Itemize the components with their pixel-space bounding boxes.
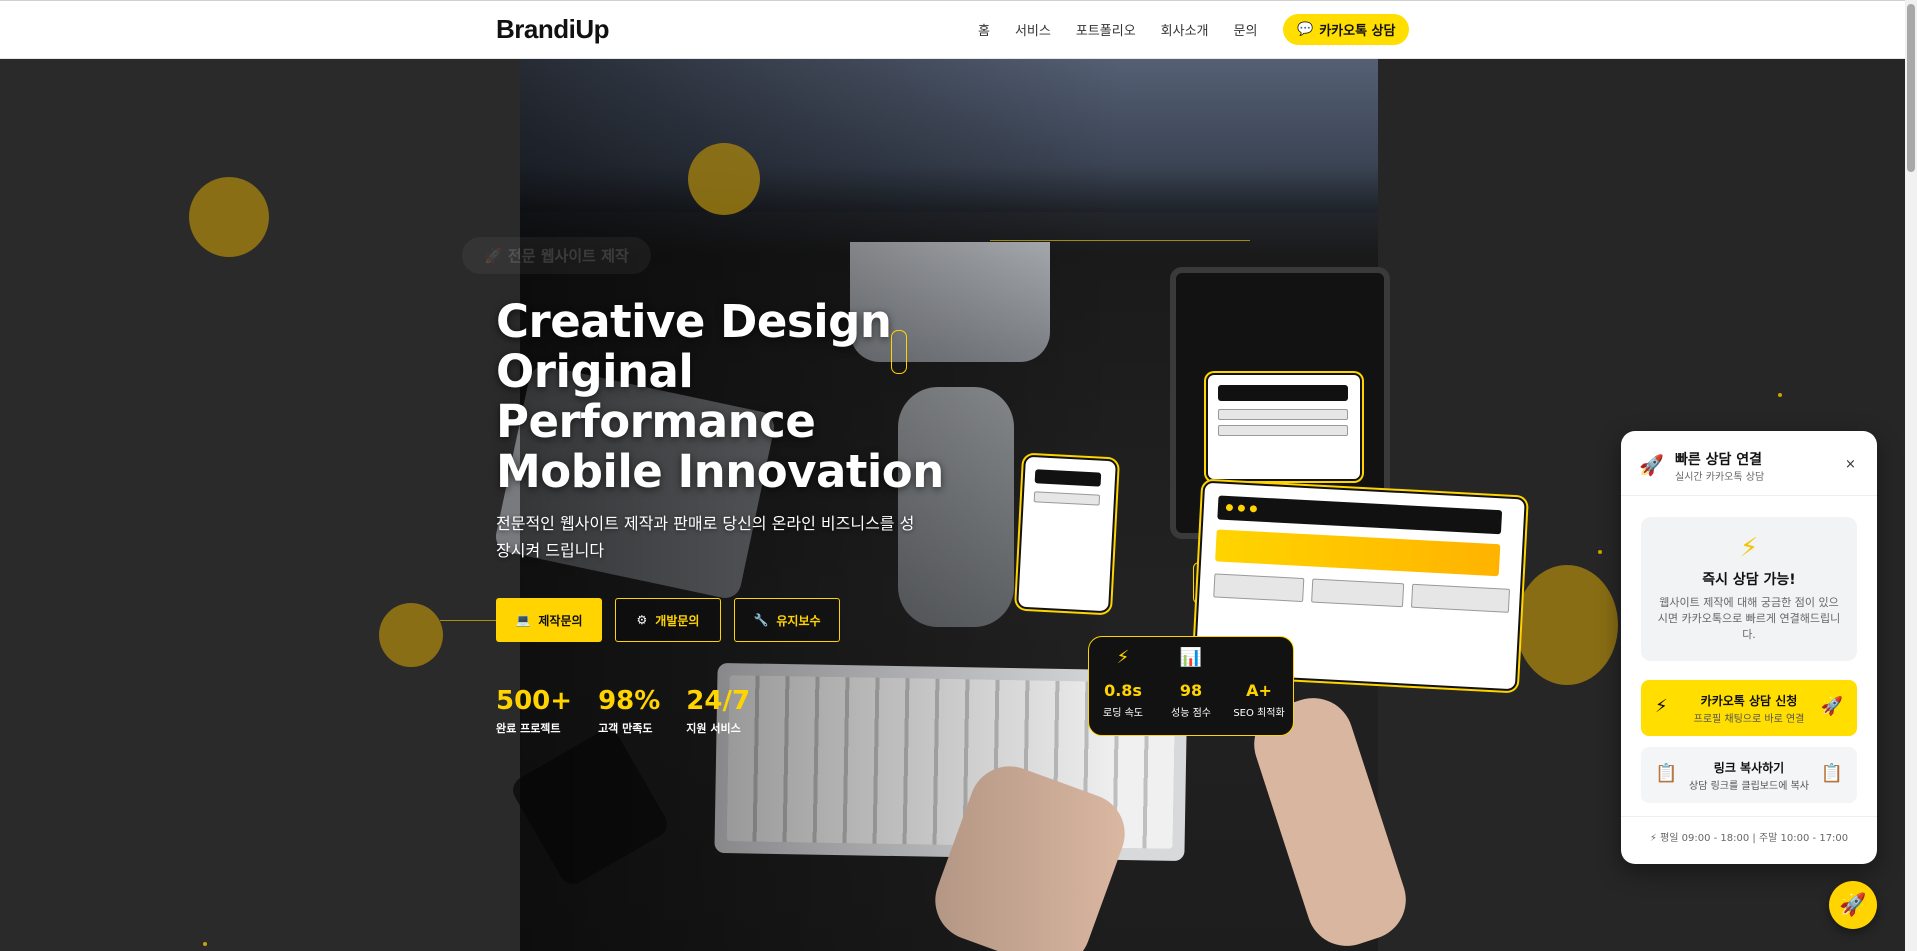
nav-item-about[interactable]: 회사소개: [1161, 20, 1209, 39]
popup-title: 빠른 상담 연결: [1675, 452, 1763, 468]
stat-value: 24/7: [686, 686, 751, 716]
metric-seo: A+ SEO 최적화: [1230, 647, 1288, 735]
stat-projects: 500+ 완료 프로젝트: [496, 686, 572, 736]
site-header: BrandiUp 홈 서비스 포트폴리오 회사소개 문의 💬 카카오톡 상담: [0, 0, 1905, 59]
production-inquiry-label: 제작문의: [538, 613, 583, 628]
metric-value: 98: [1179, 681, 1203, 700]
kakao-consult-label: 카카오톡 상담: [1319, 24, 1396, 39]
kakao-consult-button[interactable]: 💬 카카오톡 상담: [1283, 14, 1410, 45]
close-icon[interactable]: ×: [1845, 457, 1856, 472]
hero-title-line: Mobile Innovation: [496, 445, 944, 498]
nav-item-home[interactable]: 홈: [978, 20, 990, 39]
decor-circle: [379, 603, 443, 667]
stat-label: 고객 만족도: [598, 722, 653, 735]
metric-label: SEO 최적화: [1233, 708, 1285, 719]
production-inquiry-button[interactable]: 💻 제작문의: [496, 598, 602, 642]
metric-value: 0.8s: [1104, 681, 1142, 700]
stat-value: 500+: [496, 686, 573, 716]
rocket-icon: 🚀: [1839, 892, 1867, 918]
decor-circle: [1516, 565, 1618, 685]
bar-chart-icon: 📊: [1179, 647, 1203, 668]
hero-title: Creative Design Original Performance Mob…: [496, 297, 944, 497]
stat-label: 완료 프로젝트: [496, 722, 561, 735]
hero-section: 🚀 전문 웹사이트 제작 Creative Design Original Pe…: [0, 57, 1905, 951]
instant-consult-card: ⚡ 즉시 상담 가능! 웹사이트 제작에 대해 궁금한 점이 있으시면 카카오톡…: [1641, 517, 1857, 661]
popup-header: 🚀 빠른 상담 연결 실시간 카카오톡 상담 ×: [1621, 431, 1877, 496]
wrench-icon: 🔧: [753, 613, 769, 627]
metric-label: 로딩 속도: [1103, 708, 1143, 719]
tablet-mockup: [1206, 373, 1362, 481]
laptop-icon: 💻: [515, 613, 531, 627]
phone-mockup: [1016, 454, 1118, 614]
decor-circle: [189, 177, 269, 257]
development-inquiry-label: 개발문의: [655, 613, 700, 628]
lightning-icon: ⚡: [1649, 833, 1657, 844]
rocket-fab-button[interactable]: 🚀: [1829, 881, 1877, 929]
hero-subtitle: 전문적인 웹사이트 제작과 판매로 당신의 온라인 비즈니스를 성장시켜 드립니…: [496, 514, 915, 560]
quick-consult-popup: 🚀 빠른 상담 연결 실시간 카카오톡 상담 × ⚡ 즉시 상담 가능! 웹사이…: [1621, 431, 1877, 864]
popup-subtitle: 실시간 카카오톡 상담: [1675, 472, 1765, 483]
metric-value: A+: [1246, 681, 1272, 700]
hero-title-line: Original: [496, 345, 694, 398]
performance-metrics-card: ⚡ 0.8s 로딩 속도 📊 98 성능 점수 A+ SEO 최적화: [1088, 636, 1294, 736]
kakao-request-button[interactable]: ⚡ 카카오톡 상담 신청 프로필 채팅으로 바로 연결 🚀: [1641, 680, 1857, 736]
main-nav: 홈 서비스 포트폴리오 회사소개 문의: [978, 1, 1282, 58]
hero-stats: 500+ 완료 프로젝트 98% 고객 만족도 24/7 지원 서비스: [496, 686, 750, 736]
stat-satisfaction: 98% 고객 만족도: [598, 686, 660, 736]
maintenance-button[interactable]: 🔧 유지보수: [734, 598, 840, 642]
chat-bubble-icon: 💬: [1297, 22, 1314, 37]
decor-circle: [688, 143, 760, 215]
card-title: 즉시 상담 가능!: [1702, 572, 1796, 588]
business-hours: ⚡ 평일 09:00 - 18:00 | 주말 10:00 - 17:00: [1621, 816, 1877, 844]
copy-link-button[interactable]: 📋 링크 복사하기 상담 링크를 클립보드에 복사 📋: [1641, 747, 1857, 803]
scrollbar-thumb[interactable]: [1907, 4, 1915, 172]
stat-label: 지원 서비스: [686, 722, 741, 735]
lightning-icon: ⚡: [1116, 647, 1130, 668]
lightning-icon: ⚡: [1739, 533, 1759, 563]
brand-logo[interactable]: BrandiUp: [496, 14, 610, 45]
stat-value: 98%: [598, 686, 661, 716]
hero-title-line: Creative Design: [496, 295, 892, 348]
scroll-indicator: [891, 330, 907, 374]
card-description: 웹사이트 제작에 대해 궁금한 점이 있으시면 카카오톡으로 빠르게 연결해드립…: [1657, 596, 1841, 641]
development-inquiry-button[interactable]: ⚙ 개발문의: [615, 598, 721, 642]
hero-badge: 🚀 전문 웹사이트 제작: [462, 237, 651, 274]
business-hours-text: 평일 09:00 - 18:00 | 주말 10:00 - 17:00: [1660, 833, 1849, 844]
hero-title-line: Performance: [496, 395, 816, 448]
nav-item-portfolio[interactable]: 포트폴리오: [1076, 20, 1136, 39]
gear-icon: ⚙: [636, 613, 648, 627]
page-scrollbar[interactable]: [1905, 0, 1917, 951]
metric-loading-speed: ⚡ 0.8s 로딩 속도: [1094, 647, 1152, 735]
maintenance-label: 유지보수: [776, 613, 821, 628]
nav-item-contact[interactable]: 문의: [1234, 20, 1258, 39]
rocket-icon: 🚀: [1639, 453, 1664, 477]
metric-label: 성능 점수: [1171, 708, 1211, 719]
metric-performance-score: 📊 98 성능 점수: [1162, 647, 1220, 735]
nav-item-services[interactable]: 서비스: [1015, 20, 1051, 39]
clipboard-icon: 📋: [1820, 763, 1843, 784]
rocket-icon: 🚀: [1820, 696, 1843, 717]
stat-support: 24/7 지원 서비스: [686, 686, 750, 736]
seo-icon: [1230, 647, 1288, 671]
